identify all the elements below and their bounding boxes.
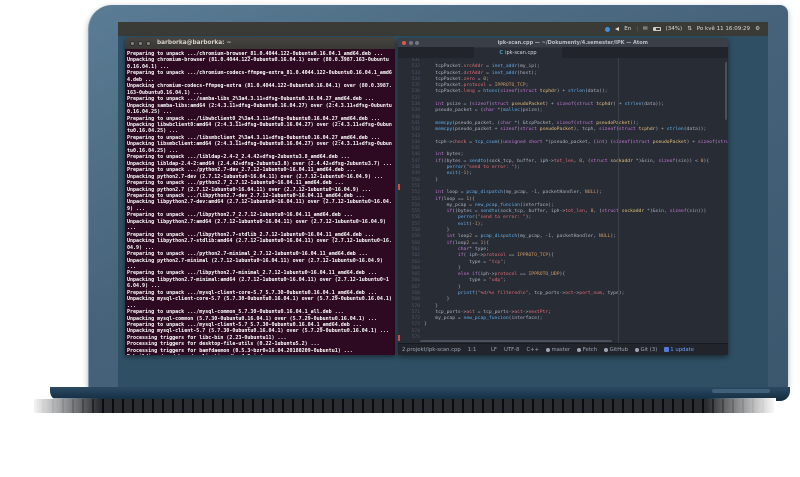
terminal-line: Preparing to unpack .../samba-libs_2%3a4… — [127, 96, 374, 103]
atom-title: ipk-scan.cpp — ~/Dokumenty/4.semester/IP… — [497, 39, 648, 46]
status-grammar[interactable]: C++ — [526, 347, 539, 353]
terminal-line: Unpacking libpython2.7-dev:amd64 (2.7.12… — [127, 199, 392, 212]
branch-icon — [546, 347, 551, 352]
terminal-line: Preparing to unpack .../python2.7-dev_2.… — [127, 167, 356, 174]
top-panel: En | ✉ (34%) ⇅ Po kvě 11 16:09:29 ⚙ — [118, 22, 768, 36]
atom-window: ipk-scan.cpp — ~/Dokumenty/4.semester/IP… — [398, 38, 728, 355]
terminal-line: Unpacking libpython2.7-stdlib:amd64 (2.7… — [127, 238, 392, 251]
horizontal-scrollbar[interactable] — [420, 339, 612, 342]
terminal-line: Unpacking libpython2.7:amd64 (2.7.12-1ub… — [127, 218, 389, 232]
atom-titlebar[interactable]: ipk-scan.cpp — ~/Dokumenty/4.semester/IP… — [398, 38, 728, 47]
tab-ipk-scan-cpp[interactable]: C ipk-scan.cpp — [474, 47, 562, 58]
terminal-line: Preparing to unpack .../libpython2.7-min… — [127, 270, 377, 277]
fetch-icon — [577, 347, 582, 352]
tab-label: ipk-scan.cpp — [505, 50, 537, 56]
editor-gutter: 531 532 533 534 535 536 537 538 539 540 541 542 543 5… — [398, 58, 424, 343]
keyboard-fade-left — [30, 398, 100, 415]
code-line: memcpy(pseudo_packet + sizeof(struct pse… — [435, 127, 707, 133]
atom-minimize-button[interactable] — [408, 40, 413, 45]
terminal-line: Unpacking libpython2.7-minimal:amd64 (2.… — [127, 276, 389, 290]
terminal-minimize-button[interactable] — [138, 40, 143, 46]
atom-maximize-button[interactable] — [415, 40, 419, 45]
panel-separator: | — [636, 26, 639, 32]
desktop: En | ✉ (34%) ⇅ Po kvě 11 16:09:29 ⚙ barb… — [118, 22, 768, 388]
terminal-line: Unpacking chromium-browser (81.0.4044.12… — [127, 57, 389, 70]
status-update[interactable]: 1 update — [664, 347, 694, 353]
laptop-keyboard — [34, 399, 774, 413]
terminal-maximize-button[interactable] — [146, 40, 151, 46]
terminal-line: Unpacking libwbclient0:amd64 (2:4.3.11+d… — [127, 121, 392, 135]
terminal-body[interactable]: Preparing to unpack .../chromium-browser… — [125, 49, 395, 355]
terminal-line: Preparing to unpack .../chromium-codecs-… — [127, 70, 392, 83]
laptop-hinge-notch — [712, 389, 770, 393]
update-icon — [664, 347, 669, 352]
terminal-line: Rebuilding /usr/share/applications/bamf-… — [127, 354, 393, 355]
battery-percent: (34%) — [665, 26, 683, 32]
volume-icon[interactable] — [615, 27, 620, 31]
status-branch[interactable]: master — [546, 347, 570, 353]
terminal-line: Preparing to unpack .../python2.7-minima… — [127, 251, 368, 258]
battery-icon[interactable] — [652, 26, 662, 32]
terminal-line: Unpacking mysql-client-5.7 (5.7.30-0ubun… — [127, 328, 389, 335]
status-file-path[interactable]: 2.projekt/ipk-scan.cpp — [402, 347, 461, 353]
clock[interactable]: Po kvě 11 16:09:29 — [697, 26, 750, 32]
terminal-window: barborka@barborka: ~ Preparing to unpack… — [125, 37, 395, 355]
mail-icon[interactable]: ✉ — [643, 26, 648, 32]
terminal-line: Unpacking samba-libs:amd64 (2:4.3.11+dfs… — [127, 102, 392, 116]
terminal-titlebar[interactable]: barborka@barborka: ~ — [125, 37, 395, 49]
status-line-ending[interactable]: LF — [491, 347, 497, 353]
git-changes-icon — [634, 347, 639, 352]
messaging-indicator-icon[interactable] — [605, 26, 611, 32]
terminal-line: Unpacking libsmbclient:amd64 (2:4.3.11+d… — [127, 141, 392, 154]
status-cursor-position[interactable]: 1:1 — [468, 347, 477, 353]
code-line: tcph->check = tcp_csum((unsigned short *… — [424, 139, 728, 145]
status-git[interactable]: Git (3) — [634, 347, 657, 353]
wrap-guide-line — [618, 58, 619, 343]
sync-arrows-icon[interactable]: ⇅ — [687, 26, 692, 32]
keyboard-layout-indicator[interactable]: En — [624, 26, 631, 32]
line-number: 575 — [398, 335, 420, 342]
session-gear-icon[interactable]: ⚙ — [755, 26, 760, 32]
github-icon — [604, 347, 609, 352]
vertical-scrollbar[interactable] — [725, 62, 727, 120]
status-fetch[interactable]: Fetch — [577, 347, 597, 353]
editor-pane[interactable]: 531 532 533 534 535 536 537 538 539 540 541 542 543 5… — [398, 58, 728, 343]
status-github[interactable]: GitHub — [604, 347, 628, 353]
terminal-line: Unpacking mysql-client-core-5.7 (5.7.30-… — [127, 296, 395, 309]
atom-status-bar: 2.projekt/ipk-scan.cpp 1:1 LF UTF-8 C++ … — [398, 343, 728, 355]
atom-tab-bar: C ipk-scan.cpp — [398, 47, 728, 58]
keyboard-fade-right — [706, 398, 776, 415]
status-encoding[interactable]: UTF-8 — [504, 347, 519, 353]
c-file-icon: C — [499, 50, 504, 56]
terminal-line: Unpacking chromium-codecs-ffmpeg-extra (… — [127, 83, 392, 96]
terminal-title: barborka@barborka: ~ — [157, 40, 232, 46]
terminal-line: Unpacking python2.7-minimal (2.7.12-1ubu… — [127, 257, 386, 270]
editor-code[interactable]: tcpPacket.srcAddr = inet_addr(my_ip); tc… — [424, 58, 728, 343]
terminal-close-button[interactable] — [130, 40, 135, 46]
atom-close-button[interactable] — [402, 40, 406, 45]
